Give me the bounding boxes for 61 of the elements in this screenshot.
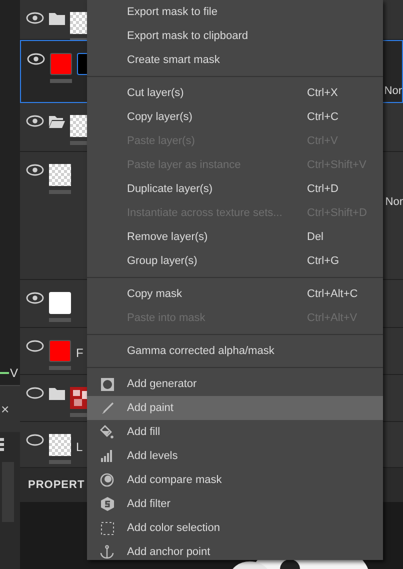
panel-title: PROPERT [28, 478, 85, 493]
menu-item[interactable]: Add generator [87, 372, 383, 396]
eye-icon[interactable] [26, 292, 44, 304]
eye-icon[interactable] [26, 12, 44, 24]
menu-item[interactable]: Add levels [87, 444, 383, 468]
layer-name: F [76, 345, 84, 362]
transparent-thumbnail [49, 164, 71, 186]
hexagon-s-icon [100, 497, 114, 511]
channel-label: V [10, 364, 18, 382]
menu-item[interactable]: Add fill [87, 420, 383, 444]
folder-icon [49, 12, 65, 25]
thumbnail-bar [50, 79, 72, 83]
menu-item[interactable]: Add anchor point [87, 540, 383, 564]
paint-layer-thumbnail [49, 340, 71, 362]
layer-thumbnail [49, 292, 71, 314]
thumbnail-bar [49, 366, 71, 370]
menu-item[interactable]: Export mask to file [87, 0, 383, 24]
menu-item[interactable]: Export mask to clipboard [87, 24, 383, 48]
bar-chart-icon [101, 450, 113, 462]
thumbnail-bar [49, 318, 71, 322]
thumbnail-bar [49, 190, 71, 194]
overlapping-circles-icon [100, 473, 114, 487]
open-folder-icon [49, 115, 65, 128]
shortcut-label: Ctrl+D [307, 182, 338, 197]
shortcut-label: Ctrl+G [307, 254, 340, 269]
transparent-thumbnail [49, 434, 71, 456]
menu-item[interactable]: Copy mask Ctrl+Alt+C [87, 282, 383, 306]
dashed-square-icon [100, 522, 114, 534]
eye-icon[interactable] [27, 53, 45, 65]
menu-item[interactable]: Add filter [87, 492, 383, 516]
paint-layer-thumbnail [50, 53, 72, 75]
menu-item[interactable]: Add paint [87, 396, 383, 420]
anchor-icon [100, 545, 114, 559]
close-button[interactable]: × [0, 402, 10, 416]
shortcut-label: Ctrl+C [307, 110, 338, 125]
circle-square-icon [100, 378, 114, 390]
shortcut-label: Ctrl+X [307, 86, 338, 101]
shortcut-label: Ctrl+Alt+C [307, 286, 358, 302]
layer-name: L [76, 439, 83, 456]
eye-icon[interactable] [26, 164, 44, 176]
menu-item[interactable]: Gamma corrected alpha/mask [87, 339, 383, 363]
menu-item[interactable]: Remove layer(s) Del [87, 225, 383, 249]
menu-item[interactable]: Cut layer(s) Ctrl+X [87, 81, 383, 105]
closed-eye-icon[interactable] [26, 434, 44, 446]
menu-item[interactable]: Create smart mask [87, 48, 383, 72]
blend-mode[interactable]: Nor [385, 194, 403, 210]
folder-icon [49, 387, 65, 400]
thumbnail-bar [49, 460, 71, 464]
blend-mode[interactable]: Nor [384, 83, 402, 100]
menu-item[interactable]: Group layer(s) Ctrl+G [87, 249, 383, 273]
paint-bucket-icon [100, 425, 114, 439]
eye-icon[interactable] [26, 115, 44, 127]
shortcut-label: Del [307, 230, 324, 245]
menu-item[interactable]: Duplicate layer(s) Ctrl+D [87, 177, 383, 201]
grip-icon[interactable] [0, 438, 4, 452]
menu-item[interactable]: Add color selection [87, 516, 383, 540]
menu-item[interactable]: Add compare mask [87, 468, 383, 492]
menu-item[interactable]: Copy layer(s) Ctrl+C [87, 105, 383, 129]
closed-eye-icon[interactable] [26, 387, 44, 399]
brush-icon [100, 402, 114, 414]
closed-eye-icon[interactable] [26, 340, 44, 352]
